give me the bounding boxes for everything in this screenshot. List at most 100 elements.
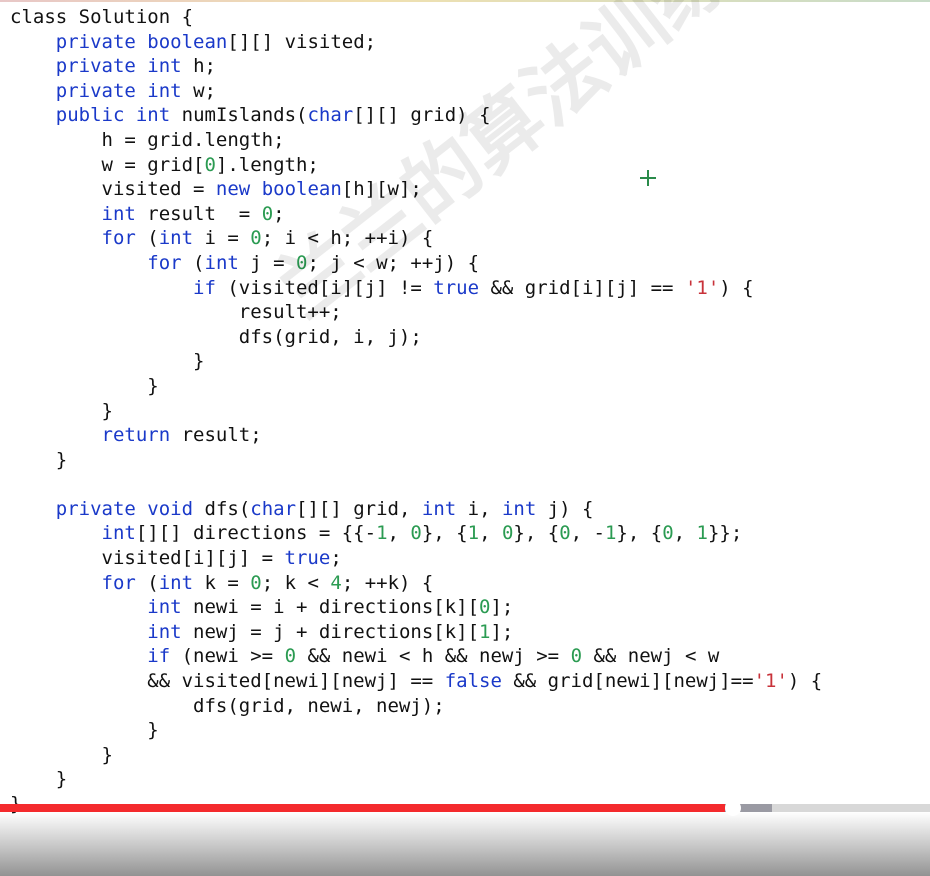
code-line: private int w; [10, 79, 920, 104]
code-token: (newi >= [170, 645, 285, 668]
code-token: ; ++k) { [341, 571, 434, 594]
code-token: if [147, 645, 171, 668]
code-line: } [10, 349, 920, 374]
code-token: int [135, 104, 171, 127]
code-line: int newi = i + directions[k][0]; [10, 595, 920, 620]
code-token: ; i < h; ++i) { [261, 227, 434, 250]
code-token: private [55, 79, 136, 102]
code-token: numIslands( [170, 104, 308, 127]
code-token: && visited[newi][newj] == [10, 670, 445, 693]
code-token: visited[i][j] = [10, 547, 285, 570]
code-token: , [673, 522, 697, 545]
code-token: ]; [490, 596, 514, 619]
code-token: dfs( [193, 497, 251, 520]
code-token: '1' [684, 276, 720, 299]
code-token: new [215, 178, 251, 201]
progress-played [0, 804, 726, 812]
code-token: 1 [696, 522, 708, 545]
code-line: class Solution { [10, 5, 920, 30]
code-token: [h][w]; [341, 178, 422, 201]
code-token: ; [330, 547, 342, 570]
code-line: && visited[newi][newj] == false && grid[… [10, 669, 920, 694]
code-token: } [10, 399, 113, 422]
crosshair-cursor-icon [640, 170, 656, 186]
code-token: true [284, 547, 331, 570]
code-token: ].length; [215, 153, 319, 176]
code-token: return [101, 424, 171, 447]
code-token: k = [193, 571, 251, 594]
code-token: } [10, 768, 68, 791]
code-token: int [147, 55, 182, 78]
code-token: ) { [719, 276, 754, 299]
code-token: false [444, 670, 502, 693]
code-token: int [147, 79, 182, 102]
code-token: 1 [604, 522, 617, 545]
code-token: private [55, 497, 136, 520]
code-token: int [147, 620, 182, 643]
code-token: 0 [250, 571, 262, 594]
code-token: && grid[newi][newj]== [501, 670, 754, 693]
code-line: private int h; [10, 54, 920, 79]
code-token: w; [181, 79, 216, 102]
code-token: 0 [204, 153, 216, 176]
code-line: private void dfs(char[][] grid, int i, i… [10, 497, 920, 522]
code-token: 0 [662, 522, 674, 545]
code-token: dfs(grid, i, j); [10, 325, 422, 348]
code-token: , - [570, 522, 605, 545]
code-token: 4 [330, 571, 342, 594]
code-line: int[][] directions = {{-1, 0}, {1, 0}, {… [10, 521, 920, 546]
code-token: ) { [787, 670, 823, 693]
code-token: result++; [10, 301, 342, 324]
code-token: [][] directions = {{- [135, 522, 377, 545]
code-line: dfs(grid, i, j); [10, 325, 920, 350]
code-token: int [421, 497, 457, 520]
code-token: 1 [376, 522, 388, 545]
code-line: if (newi >= 0 && newi < h && newj >= 0 &… [10, 644, 920, 669]
code-token: 0 [479, 596, 491, 619]
code-token: ; k < [261, 571, 331, 594]
code-line: h = grid.length; [10, 128, 920, 153]
code-token: newi = i + directions[k][ [181, 596, 480, 619]
code-line: int newj = j + directions[k][1]; [10, 620, 920, 645]
code-token: ; j < w; ++j) { [307, 251, 480, 274]
code-token: int [158, 571, 194, 594]
code-token: int [147, 596, 182, 619]
code-token: }, { [513, 522, 560, 545]
code-token: h; [181, 55, 216, 78]
code-token: [][] visited; [227, 30, 377, 53]
code-token: int [101, 522, 136, 545]
code-line: } [10, 767, 920, 792]
code-token: private [55, 30, 136, 53]
code-token: int [501, 497, 537, 520]
code-line: visited[i][j] = true; [10, 546, 920, 571]
code-token: && newj < w [582, 645, 720, 668]
code-token: 0 [570, 645, 583, 668]
code-line: } [10, 399, 920, 424]
code-token: result; [170, 424, 262, 447]
code-token: [][] grid, [296, 497, 422, 520]
code-token: } [10, 374, 159, 397]
video-progress-bar[interactable] [0, 800, 930, 816]
code-line: for (int k = 0; k < 4; ++k) { [10, 571, 920, 596]
code-token: j = [238, 251, 297, 274]
code-line: for (int i = 0; i < h; ++i) { [10, 226, 920, 251]
video-controls-overlay [0, 812, 930, 876]
